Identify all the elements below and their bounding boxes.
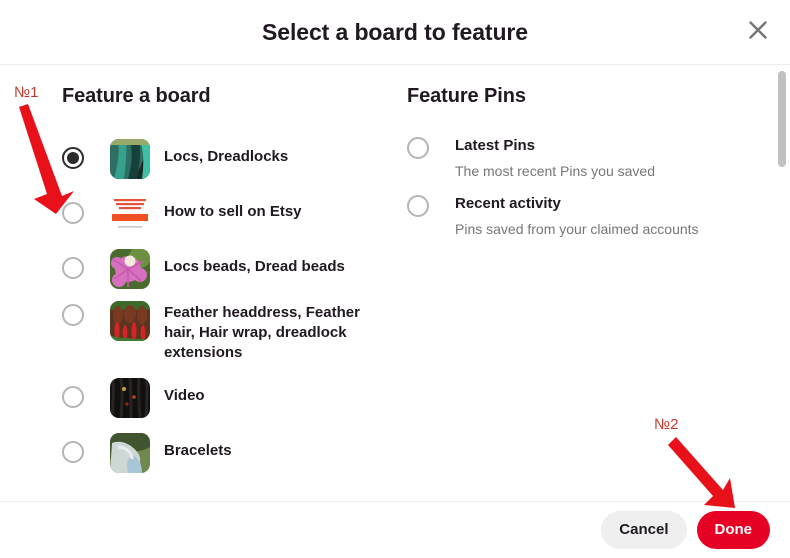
board-option-locs-beads[interactable]: Locs beads, Dread beads (62, 246, 395, 289)
board-thumbnail-pink-flower (110, 249, 150, 289)
board-option-bracelets[interactable]: Bracelets (62, 430, 395, 473)
close-icon (747, 19, 769, 41)
page-title: Select a board to feature (262, 18, 528, 45)
board-radio-bracelets[interactable] (62, 441, 84, 463)
board-option-video[interactable]: Video (62, 375, 395, 418)
board-radio-locs-dreadlocks[interactable] (62, 147, 84, 169)
feature-board-dialog: Select a board to feature Feature a boar… (0, 0, 790, 558)
board-label: How to sell on Etsy (164, 203, 302, 220)
board-label: Locs beads, Dread beads (164, 258, 345, 275)
board-thumbnail-red-feathers (110, 301, 150, 341)
dialog-header: Select a board to feature (0, 0, 790, 65)
close-button[interactable] (738, 10, 778, 50)
pin-label: Recent activity (455, 195, 561, 212)
pin-description: Pins saved from your claimed accounts (455, 221, 699, 237)
board-option-how-to-sell-on-etsy[interactable]: How to sell on Etsy (62, 191, 395, 234)
board-option-feather-headdress[interactable]: Feather headdress, Feather hair, Hair wr… (62, 301, 395, 363)
feature-a-board-column: Feature a board Locs, Dreadlocks How to … (0, 85, 395, 501)
board-radio-feather-headdress[interactable] (62, 304, 84, 326)
pin-label: Latest Pins (455, 137, 536, 154)
scrollbar-track[interactable] (777, 65, 788, 501)
board-thumbnail-etsy-store (110, 194, 150, 234)
pin-description: The most recent Pins you saved (455, 163, 655, 179)
feature-pins-title: Feature Pins (407, 85, 526, 107)
scrollbar-thumb[interactable] (778, 71, 786, 167)
board-thumbnail-teal-dreadlocks (110, 139, 150, 179)
cancel-button[interactable]: Cancel (601, 511, 687, 549)
dialog-footer: Cancel Done (0, 501, 790, 558)
board-option-locs-dreadlocks[interactable]: Locs, Dreadlocks (62, 136, 395, 179)
pin-radio-latest-pins[interactable] (407, 137, 429, 159)
feature-a-board-title: Feature a board (62, 85, 211, 107)
board-label: Feather headdress, Feather hair, Hair wr… (164, 304, 360, 361)
pin-option-latest-pins[interactable]: Latest Pins The most recent Pins you sav… (407, 136, 765, 180)
dialog-body: Feature a board Locs, Dreadlocks How to … (0, 65, 790, 501)
pin-radio-recent-activity[interactable] (407, 195, 429, 217)
done-button[interactable]: Done (696, 511, 770, 549)
board-radio-how-to-sell-on-etsy[interactable] (62, 202, 84, 224)
feature-pins-column: Feature Pins Latest Pins The most recent… (395, 85, 765, 501)
board-thumbnail-bracelets (110, 433, 150, 473)
board-radio-video[interactable] (62, 386, 84, 408)
pin-option-recent-activity[interactable]: Recent activity Pins saved from your cla… (407, 194, 765, 238)
board-label: Locs, Dreadlocks (164, 148, 289, 165)
board-radio-locs-beads[interactable] (62, 257, 84, 279)
board-label: Video (164, 387, 205, 404)
board-label: Bracelets (164, 442, 232, 459)
board-thumbnail-dark-dreadlocks (110, 378, 150, 418)
